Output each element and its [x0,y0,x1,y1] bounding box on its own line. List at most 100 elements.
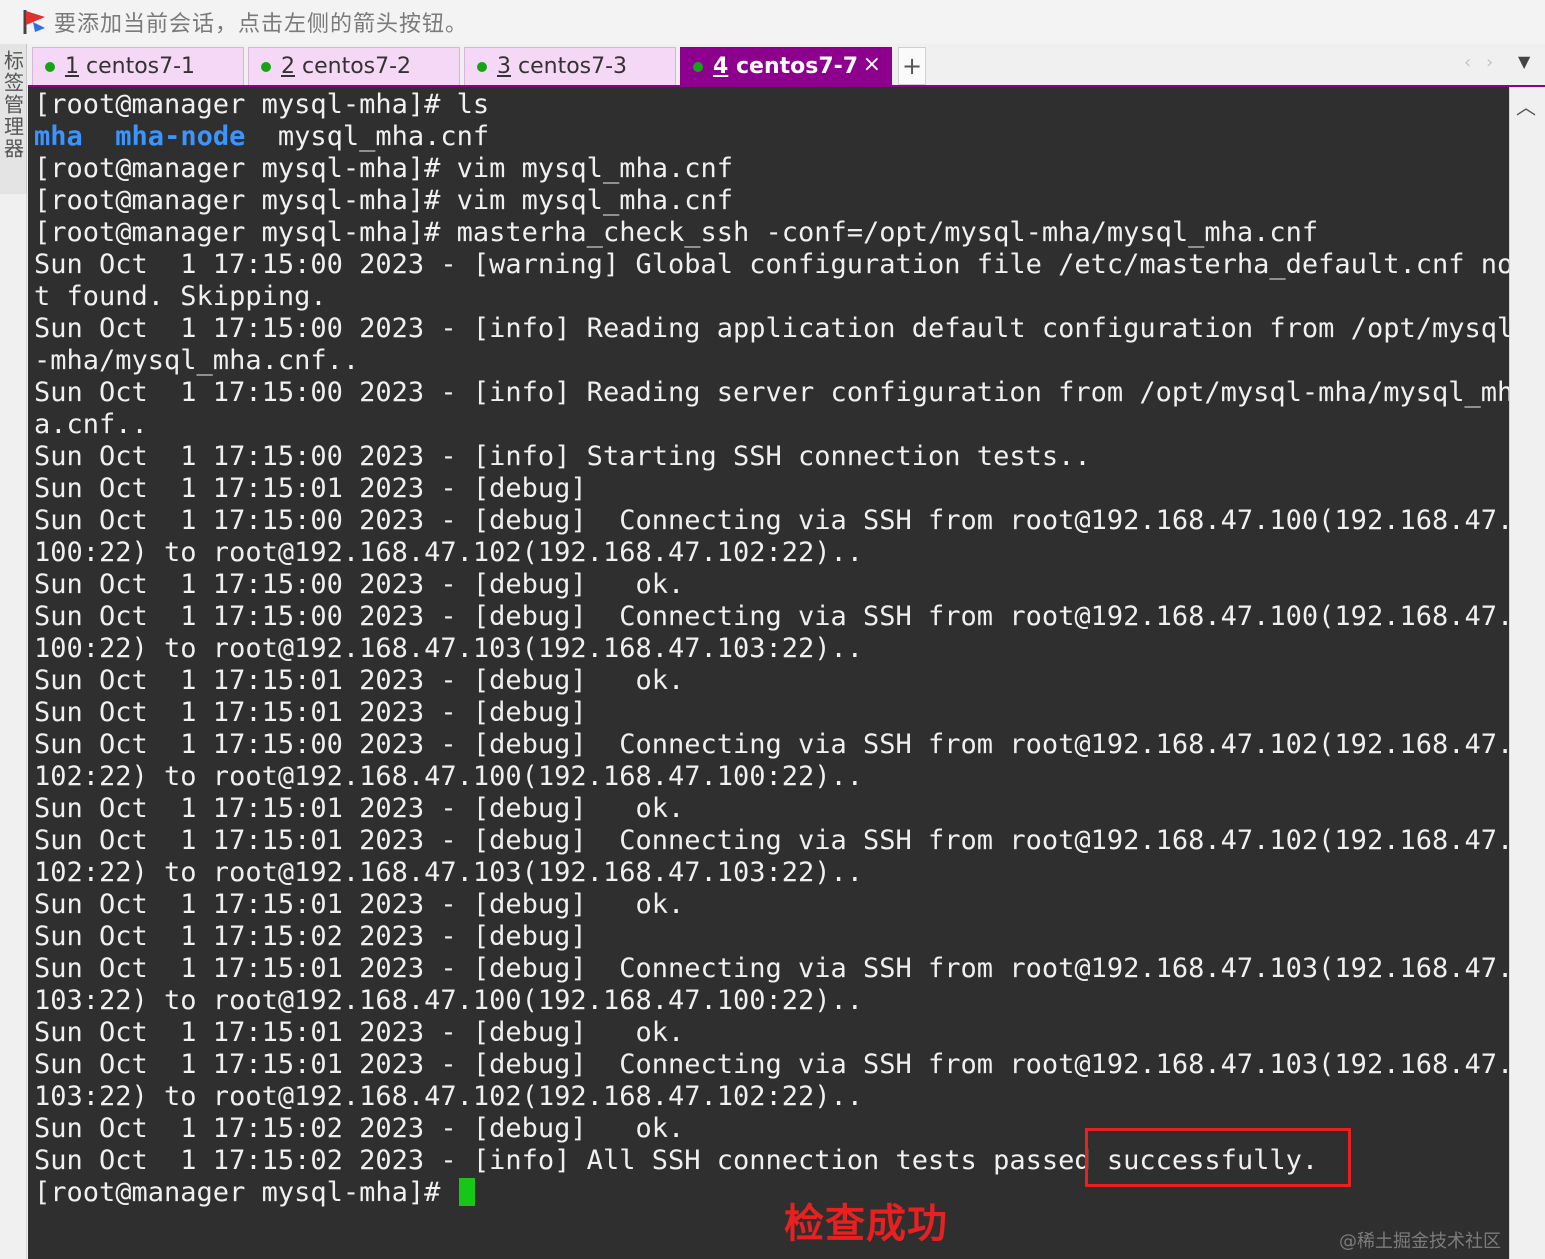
terminal-line: 103:22) to root@192.168.47.100(192.168.4… [34,985,1509,1017]
prompt-text: [root@manager mysql-mha]# [34,1177,457,1208]
terminal-line: t found. Skipping. [34,281,1509,313]
terminal-line-text: 100:22) to root@192.168.47.103(192.168.4… [34,633,864,664]
session-flag-icon[interactable] [18,5,52,39]
terminal-line-text: Sun Oct 1 17:15:01 2023 - [debug] [34,473,587,504]
hint-bar: 要添加当前会话，点击左侧的箭头按钮。 [0,0,1545,44]
terminal-output: [root@manager mysql-mha]# ls mha mha-node… [34,89,1509,1209]
add-tab-button[interactable]: + [898,47,926,85]
terminal-line: Sun Oct 1 17:15:02 2023 - [debug] [34,921,1509,953]
terminal-scrollbar[interactable]: ︿ [1509,87,1545,1259]
terminal-line-text: a.cnf.. [34,409,148,440]
annotation-text: 检查成功 [784,1201,948,1247]
tab-label: 1 centos7-1 [65,54,196,79]
terminal-line: Sun Oct 1 17:15:00 2023 - [info] Reading… [34,313,1509,345]
terminal-line: a.cnf.. [34,409,1509,441]
session-tab-bar: 1 centos7-1 2 centos7-2 3 centos7-3 4 ce… [28,44,1545,87]
terminal-line: Sun Oct 1 17:15:00 2023 - [info] Startin… [34,441,1509,473]
terminal-line: 100:22) to root@192.168.47.102(192.168.4… [34,537,1509,569]
terminal-line-text: Sun Oct 1 17:15:01 2023 - [debug] Connec… [34,953,1509,984]
terminal-line-text: Sun Oct 1 17:15:00 2023 - [debug] ok. [34,569,685,600]
scroll-up-icon[interactable]: ︿ [1516,91,1536,120]
terminal-line-text: Sun Oct 1 17:15:01 2023 - [debug] Connec… [34,825,1509,856]
tab-label: 4 centos7-7 [713,54,859,79]
terminal-line-text: [root@manager mysql-mha]# vim mysql_mha.… [34,153,733,184]
terminal-line-text: 103:22) to root@192.168.47.102(192.168.4… [34,1081,864,1112]
terminal-line-text: -mha/mysql_mha.cnf.. [34,345,360,376]
terminal-line: Sun Oct 1 17:15:00 2023 - [debug] ok. [34,569,1509,601]
terminal-line-text: [root@manager mysql-mha]# masterha_check… [34,217,1319,248]
terminal-line: [root@manager mysql-mha]# masterha_check… [34,217,1509,249]
file-entry: mysql_mha.cnf [277,121,490,152]
terminal-line: Sun Oct 1 17:15:01 2023 - [debug] ok. [34,1017,1509,1049]
terminal-line-text: Sun Oct 1 17:15:00 2023 - [warning] Glob… [34,249,1509,280]
terminal-line-text: Sun Oct 1 17:15:02 2023 - [debug] [34,921,587,952]
terminal-line: [root@manager mysql-mha]# vim mysql_mha.… [34,153,1509,185]
tab-list-menu-icon[interactable]: ▼ [1518,52,1530,71]
terminal-line-text: Sun Oct 1 17:15:02 2023 - [debug] ok. [34,1113,685,1144]
terminal-line-text: 102:22) to root@192.168.47.103(192.168.4… [34,857,864,888]
terminal-line: Sun Oct 1 17:15:00 2023 - [warning] Glob… [34,249,1509,281]
side-tab-label: 标签管理器 [0,50,25,160]
terminal-line: Sun Oct 1 17:15:00 2023 - [debug] Connec… [34,729,1509,761]
terminal-line: Sun Oct 1 17:15:01 2023 - [debug] ok. [34,889,1509,921]
terminal-line-text: 100:22) to root@192.168.47.102(192.168.4… [34,537,864,568]
terminal-line-text: Sun Oct 1 17:15:01 2023 - [debug] ok. [34,889,685,920]
terminal-line: 103:22) to root@192.168.47.102(192.168.4… [34,1081,1509,1113]
tab-centos7-1[interactable]: 1 centos7-1 [32,47,244,85]
connected-status-icon [45,61,55,72]
terminal-line-text: [root@manager mysql-mha]# vim mysql_mha.… [34,185,733,216]
terminal-line: Sun Oct 1 17:15:01 2023 - [debug] Connec… [34,1049,1509,1081]
tab-centos7-2[interactable]: 2 centos7-2 [248,47,460,85]
connected-status-icon [693,61,703,72]
terminal-line-text: [root@manager mysql-mha]# ls [34,89,490,120]
terminal-line-text: Sun Oct 1 17:15:01 2023 - [debug] [34,697,587,728]
scroll-tabs-left-icon[interactable]: ‹ [1464,52,1471,73]
terminal-line: Sun Oct 1 17:15:01 2023 - [debug] ok. [34,793,1509,825]
terminal-line-text: Sun Oct 1 17:15:01 2023 - [debug] ok. [34,793,685,824]
terminal-line-text: Sun Oct 1 17:15:00 2023 - [info] Startin… [34,441,1091,472]
terminal-line: 102:22) to root@192.168.47.103(192.168.4… [34,857,1509,889]
terminal-line-text: 103:22) to root@192.168.47.100(192.168.4… [34,985,864,1016]
terminal-line: Sun Oct 1 17:15:00 2023 - [info] Reading… [34,377,1509,409]
terminal-line-text: Sun Oct 1 17:15:00 2023 - [debug] Connec… [34,601,1509,632]
connected-status-icon [261,61,271,72]
terminal-line: 102:22) to root@192.168.47.100(192.168.4… [34,761,1509,793]
terminal-line: mha mha-node mysql_mha.cnf [34,121,1509,153]
terminal-line: Sun Oct 1 17:15:00 2023 - [debug] Connec… [34,601,1509,633]
tab-label: 3 centos7-3 [497,54,628,79]
terminal-line: [root@manager mysql-mha]# vim mysql_mha.… [34,185,1509,217]
success-highlight-box [1085,1128,1351,1187]
connected-status-icon [477,61,487,72]
terminal-line-text: 102:22) to root@192.168.47.100(192.168.4… [34,761,864,792]
tab-label: 2 centos7-2 [281,54,412,79]
terminal-line-text: Sun Oct 1 17:15:00 2023 - [debug] Connec… [34,505,1509,536]
tab-manager-side-tab[interactable]: 标签管理器 [0,44,27,195]
terminal-line: [root@manager mysql-mha]# ls [34,89,1509,121]
terminal-line: Sun Oct 1 17:15:01 2023 - [debug] Connec… [34,825,1509,857]
terminal-line: -mha/mysql_mha.cnf.. [34,345,1509,377]
terminal-line-text: Sun Oct 1 17:15:00 2023 - [info] Reading… [34,313,1509,344]
terminal-line: Sun Oct 1 17:15:01 2023 - [debug] [34,697,1509,729]
terminal-line-text: Sun Oct 1 17:15:00 2023 - [debug] Connec… [34,729,1509,760]
terminal-view[interactable]: [root@manager mysql-mha]# ls mha mha-node… [28,87,1509,1259]
terminal-line-text: Sun Oct 1 17:15:01 2023 - [debug] ok. [34,665,685,696]
terminal-line-text: t found. Skipping. [34,281,327,312]
terminal-line: Sun Oct 1 17:15:01 2023 - [debug] Connec… [34,953,1509,985]
side-strip [0,194,27,1259]
directory-entry: mha-node [115,121,246,152]
terminal-line: Sun Oct 1 17:15:00 2023 - [debug] Connec… [34,505,1509,537]
watermark: @稀土掘金技术社区 [1339,1231,1501,1252]
terminal-cursor [458,1178,475,1206]
terminal-line-text: Sun Oct 1 17:15:01 2023 - [debug] Connec… [34,1049,1509,1080]
tab-centos7-7[interactable]: 4 centos7-7 × [680,47,892,85]
terminal-line: Sun Oct 1 17:15:01 2023 - [debug] ok. [34,665,1509,697]
tab-centos7-3[interactable]: 3 centos7-3 [464,47,676,85]
directory-entry: mha [34,121,83,152]
terminal-line-text: Sun Oct 1 17:15:01 2023 - [debug] ok. [34,1017,685,1048]
scroll-tabs-right-icon[interactable]: › [1486,52,1493,73]
terminal-line: Sun Oct 1 17:15:01 2023 - [debug] [34,473,1509,505]
terminal-line: 100:22) to root@192.168.47.103(192.168.4… [34,633,1509,665]
close-tab-icon[interactable]: × [863,52,881,77]
hint-text: 要添加当前会话，点击左侧的箭头按钮。 [54,12,469,37]
terminal-line-text: Sun Oct 1 17:15:00 2023 - [info] Reading… [34,377,1509,408]
